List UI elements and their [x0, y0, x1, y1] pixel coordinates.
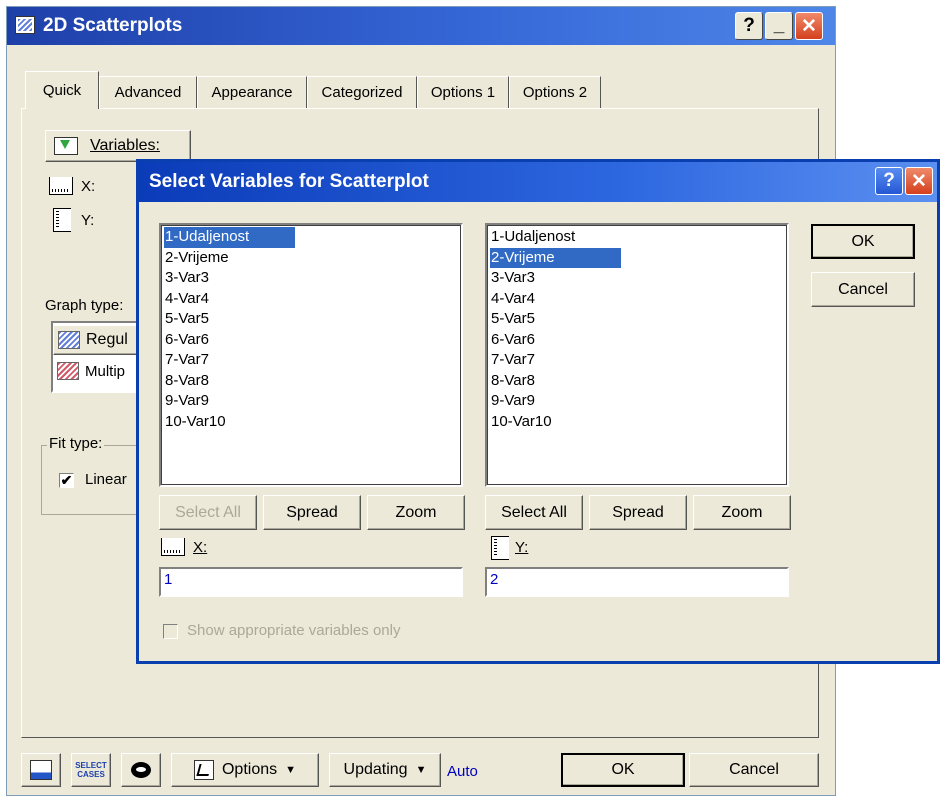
help-button[interactable]: ?	[735, 12, 763, 40]
graph-type-multiple-label: Multip	[85, 362, 126, 380]
y-list-item[interactable]: 9-Var9	[490, 391, 621, 412]
y-list-item[interactable]: 2-Vrijeme	[490, 247, 621, 268]
y-list-item[interactable]: 3-Var3	[490, 268, 621, 289]
x-list-item[interactable]: 8-Var8	[164, 371, 295, 392]
dialog-title: Select Variables for Scatterplot	[149, 171, 429, 192]
y-label: Y:	[81, 212, 95, 229]
fit-type-label: Fit type:	[47, 435, 105, 452]
y-field-label: Y:	[515, 539, 529, 556]
graph-type-regular-label: Regul	[86, 331, 128, 348]
graph-type-label: Graph type:	[45, 297, 124, 314]
options-label: Options	[221, 761, 278, 778]
show-appropriate-checkbox[interactable]	[163, 624, 178, 639]
y-list-item[interactable]: 6-Var6	[490, 330, 621, 351]
y-list-item[interactable]: 7-Var7	[490, 350, 621, 371]
graph-properties-button[interactable]	[21, 753, 61, 787]
x-variable-list[interactable]: 1-Udaljenost 2-Vrijeme 3-Var3 4-Var4 5-Var5 6…	[159, 223, 463, 487]
variables-button[interactable]: Variables:	[45, 130, 191, 162]
auto-update-status: Auto	[447, 763, 478, 780]
tab-options-2[interactable]: Options 2	[509, 76, 601, 108]
dialog-help-button[interactable]: ?	[875, 167, 903, 195]
updating-label: Updating	[343, 761, 408, 778]
x-list-item[interactable]: 5-Var5	[164, 309, 295, 330]
x-field-label: X:	[193, 539, 208, 556]
variables-icon	[54, 137, 78, 155]
dialog-cancel-button[interactable]: Cancel	[811, 272, 915, 307]
x-select-all-button[interactable]: Select All	[159, 495, 257, 530]
y-list-item[interactable]: 5-Var5	[490, 309, 621, 330]
linear-fit-label: Linear	[85, 471, 127, 488]
y-select-all-button[interactable]: Select All	[485, 495, 583, 530]
y-variable-field[interactable]: 2	[485, 567, 789, 597]
x-list-item[interactable]: 9-Var9	[164, 391, 295, 412]
y-list-item[interactable]: 8-Var8	[490, 371, 621, 392]
regular-scatter-icon	[58, 331, 80, 349]
x-axis-icon	[49, 177, 73, 195]
y-list-item[interactable]: 10-Var10	[490, 412, 621, 433]
minimize-button[interactable]: _	[765, 12, 793, 40]
tab-categorized[interactable]: Categorized	[307, 76, 417, 108]
main-cancel-button[interactable]: Cancel	[689, 753, 819, 787]
dialog-ok-button[interactable]: OK	[811, 224, 915, 259]
main-window-title: 2D Scatterplots	[43, 15, 183, 36]
y-spread-button[interactable]: Spread	[589, 495, 687, 530]
options-icon	[193, 760, 214, 780]
y-list-item[interactable]: 4-Var4	[490, 289, 621, 310]
select-variables-dialog: Select Variables for Scatterplot ? ✕ 1-U…	[136, 159, 940, 664]
close-button[interactable]: ✕	[795, 12, 823, 40]
y-axis-icon	[491, 536, 509, 560]
dropdown-arrow-icon: ▼	[415, 764, 427, 776]
y-axis-icon	[53, 208, 71, 232]
main-ok-button[interactable]: OK	[561, 753, 685, 787]
select-cases-icon: SELECT CASES	[75, 761, 107, 779]
x-axis-icon	[161, 538, 185, 556]
x-list-item[interactable]: 1-Udaljenost	[164, 227, 295, 248]
x-list-item[interactable]: 3-Var3	[164, 268, 295, 289]
options-dropdown-button[interactable]: Options ▼	[171, 753, 319, 787]
select-cases-button[interactable]: SELECT CASES	[71, 753, 111, 787]
tab-appearance[interactable]: Appearance	[197, 76, 307, 108]
y-variable-list[interactable]: 1-Udaljenost 2-Vrijeme 3-Var3 4-Var4 5-Var5 6…	[485, 223, 789, 487]
x-label: X:	[81, 178, 96, 195]
x-list-item[interactable]: 4-Var4	[164, 289, 295, 310]
x-list-item[interactable]: 6-Var6	[164, 330, 295, 351]
main-titlebar[interactable]: 2D Scatterplots ? _ ✕	[7, 7, 835, 45]
graph-properties-icon	[30, 760, 52, 780]
app-icon	[15, 16, 35, 34]
x-variable-field[interactable]: 1	[159, 567, 463, 597]
x-list-item[interactable]: 7-Var7	[164, 350, 295, 371]
linear-fit-checkbox[interactable]: ✔	[59, 473, 74, 488]
y-zoom-button[interactable]: Zoom	[693, 495, 791, 530]
x-list-item[interactable]: 2-Vrijeme	[164, 248, 295, 269]
multiple-scatter-icon	[57, 362, 79, 380]
variables-label: Variables:	[90, 137, 160, 154]
y-list-item[interactable]: 1-Udaljenost	[490, 227, 621, 248]
x-zoom-button[interactable]: Zoom	[367, 495, 465, 530]
graph-type-multiple[interactable]: Multip	[53, 357, 147, 385]
show-appropriate-label: Show appropriate variables only	[187, 622, 401, 639]
tab-advanced[interactable]: Advanced	[99, 76, 197, 108]
updating-dropdown-button[interactable]: Updating ▼	[329, 753, 441, 787]
weight-icon	[131, 762, 151, 778]
weight-button[interactable]	[121, 753, 161, 787]
dialog-close-button[interactable]: ✕	[905, 167, 933, 195]
x-spread-button[interactable]: Spread	[263, 495, 361, 530]
dialog-titlebar[interactable]: Select Variables for Scatterplot ? ✕	[139, 162, 937, 202]
tab-quick[interactable]: Quick	[25, 71, 99, 109]
dropdown-arrow-icon: ▼	[285, 764, 297, 776]
tab-options-1[interactable]: Options 1	[417, 76, 509, 108]
x-list-item[interactable]: 10-Var10	[164, 412, 295, 433]
graph-type-regular[interactable]: Regul	[53, 325, 147, 355]
